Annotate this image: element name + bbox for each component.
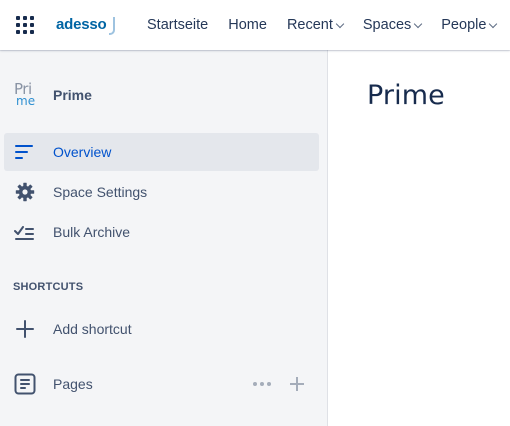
page-document-icon xyxy=(14,373,36,395)
add-shortcut-label: Add shortcut xyxy=(53,321,132,337)
sidebar-item-space-settings[interactable]: Space Settings xyxy=(4,173,319,211)
main-content: Prime xyxy=(329,50,510,426)
gear-icon xyxy=(14,181,36,203)
nav-label: Home xyxy=(228,17,267,33)
sidebar-item-pages[interactable]: Pages xyxy=(4,365,319,403)
more-options-icon[interactable] xyxy=(253,382,274,386)
nav-recent-dropdown[interactable]: Recent xyxy=(286,17,345,33)
sidebar-item-label: Bulk Archive xyxy=(53,224,131,240)
space-avatar: Pri me xyxy=(14,80,38,108)
page-title: Prime xyxy=(367,80,445,111)
bulk-archive-icon xyxy=(14,221,36,243)
app-switcher-grid-icon[interactable] xyxy=(13,13,37,37)
add-shortcut-button[interactable]: Add shortcut xyxy=(4,310,319,348)
pages-actions xyxy=(253,377,304,391)
nav-label: Recent xyxy=(286,17,333,33)
overview-lines-icon xyxy=(14,141,36,163)
shortcuts-heading: SHORTCUTS xyxy=(13,281,84,293)
nav-label: Startseite xyxy=(147,17,209,33)
sidebar-item-bulk-archive[interactable]: Bulk Archive xyxy=(4,213,319,251)
nav-people-dropdown[interactable]: People xyxy=(441,17,498,33)
create-page-plus-icon[interactable] xyxy=(290,377,304,391)
pages-label: Pages xyxy=(53,376,93,392)
nav-home[interactable]: Home xyxy=(228,17,267,33)
top-navigation-bar: adesso Startseite Home Recent Spaces Peo… xyxy=(0,0,510,50)
space-title: Prime xyxy=(53,87,92,103)
nav-spaces-dropdown[interactable]: Spaces xyxy=(362,17,423,33)
nav-label: Spaces xyxy=(362,17,412,33)
sidebar-item-label: Space Settings xyxy=(53,184,148,200)
chevron-down-icon xyxy=(489,19,498,28)
nav-startseite[interactable]: Startseite xyxy=(147,17,208,33)
plus-icon xyxy=(14,318,36,340)
chevron-down-icon xyxy=(335,19,345,28)
primary-nav: Startseite Home Recent Spaces People xyxy=(147,0,498,50)
sidebar-nav-list: Overview Space Settings Bulk Archive xyxy=(4,133,319,253)
logo-mark-icon xyxy=(108,17,115,35)
sidebar-item-overview[interactable]: Overview xyxy=(4,133,319,171)
space-avatar-text-bottom: me xyxy=(16,94,36,108)
adesso-logo[interactable]: adesso xyxy=(56,12,115,36)
chevron-down-icon xyxy=(414,19,423,28)
space-header[interactable]: Pri me Prime xyxy=(14,80,92,108)
sidebar-item-label: Overview xyxy=(53,144,112,160)
nav-label: People xyxy=(441,17,487,33)
logo-text: adesso xyxy=(56,15,107,33)
space-sidebar: Pri me Prime Overview Space Settings Bul… xyxy=(0,50,328,426)
